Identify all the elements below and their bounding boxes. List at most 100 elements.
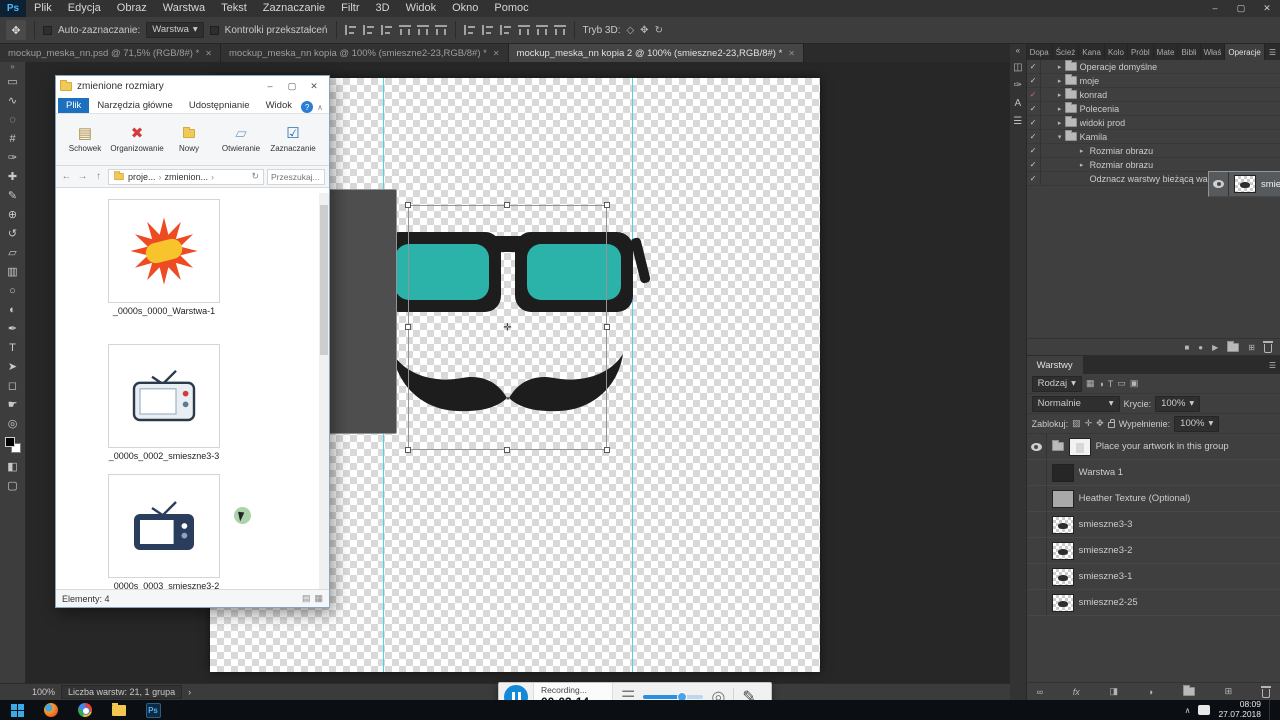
tab-operacje[interactable]: Operacje [1225, 44, 1264, 60]
layer-thumbnail[interactable] [1069, 438, 1091, 456]
ribbon-tab-plik[interactable]: Plik [58, 98, 89, 113]
tab-wlasciwosci[interactable]: Właś [1201, 44, 1226, 60]
new-action-icon[interactable]: ⊞ [1248, 343, 1255, 352]
distribute-right-icon[interactable] [500, 25, 512, 35]
minimize-icon[interactable]: – [259, 76, 281, 96]
maximize-icon[interactable]: ▢ [1228, 0, 1254, 17]
collapse-icon[interactable]: ▾ [1055, 133, 1065, 141]
zoom-level[interactable]: 100% [32, 687, 55, 697]
layer-thumbnail[interactable] [1052, 464, 1074, 482]
explorer-window[interactable]: zmienione rozmiary – ▢ ✕ Plik Narzędzia … [55, 75, 330, 608]
layer-row-group[interactable]: Place your artwork in this group [1027, 434, 1280, 460]
panel-menu-icon[interactable]: ☰ [1265, 356, 1280, 374]
eyedropper-tool[interactable]: ✑ [1, 148, 25, 167]
layer-thumbnail[interactable] [1052, 542, 1074, 560]
close-tab-icon[interactable]: ✕ [493, 49, 500, 58]
transform-handle-middle-right[interactable] [604, 324, 610, 330]
hand-tool[interactable]: ☛ [1, 395, 25, 414]
scrollbar-vertical[interactable] [319, 193, 329, 589]
screen-mode-icon[interactable]: ▢ [1, 476, 25, 495]
expand-icon[interactable]: ▸ [1055, 119, 1065, 127]
lock-transparency-icon[interactable]: ▨ [1072, 418, 1081, 429]
tray-expand-icon[interactable]: ∧ [1185, 706, 1191, 715]
start-button[interactable] [0, 700, 34, 720]
layer-mask-icon[interactable]: ◨ [1109, 686, 1118, 697]
lasso-tool[interactable]: ∿ [1, 91, 25, 110]
layer-name[interactable]: smieszne2-25 [1079, 597, 1138, 608]
transform-handle-bottom-right[interactable] [604, 447, 610, 453]
fill-dropdown[interactable]: 100% ▾ [1174, 416, 1219, 432]
ribbon-tab-udostepnianie[interactable]: Udostępnianie [181, 98, 258, 113]
tab-dopasowania[interactable]: Dopa [1027, 44, 1053, 60]
expand-icon[interactable]: ▸ [1077, 147, 1087, 155]
document-tab-3-active[interactable]: mockup_meska_nn kopia 2 @ 100% (smieszne… [509, 44, 804, 62]
layer-thumbnail[interactable] [1052, 594, 1074, 612]
path-select-tool[interactable]: ➤ [1, 357, 25, 376]
color-swatches[interactable] [5, 437, 21, 453]
filter-pixel-icon[interactable]: ▦ [1086, 378, 1095, 389]
new-group-icon[interactable] [1183, 687, 1195, 696]
file-item-2[interactable]: _0000s_0002_smieszne3-3 [89, 344, 239, 461]
action-step-row[interactable]: ✓ ▸ Rozmiar obrazu [1027, 144, 1280, 158]
close-icon[interactable]: ✕ [1254, 0, 1280, 17]
include-check-icon[interactable]: ✓ [1027, 158, 1041, 171]
tab-sciezki[interactable]: Ścież [1053, 44, 1080, 60]
menu-okno[interactable]: Okno [444, 0, 486, 17]
expand-icon[interactable]: ▸ [1077, 161, 1087, 169]
styles-panel-icon[interactable]: ✑ [1014, 80, 1022, 91]
character-panel-icon[interactable]: A [1014, 98, 1021, 109]
layer-row[interactable]: Warstwa 1 [1027, 460, 1280, 486]
distribute-bottom-icon[interactable] [554, 25, 566, 35]
tab-biblioteki[interactable]: Bibli [1178, 44, 1200, 60]
tab-warstwy[interactable]: Warstwy [1027, 356, 1083, 374]
breadcrumb-segment[interactable]: proje... [128, 172, 156, 182]
type-tool[interactable]: T [1, 338, 25, 357]
new-layer-icon[interactable]: ⊞ [1225, 686, 1233, 697]
new-button[interactable]: Nowy [164, 116, 214, 163]
action-set-row[interactable]: ✓ ▸ konrad [1027, 88, 1280, 102]
close-tab-icon[interactable]: ✕ [205, 49, 212, 58]
layer-row[interactable]: smieszne2-25 [1027, 590, 1280, 616]
menu-widok[interactable]: Widok [398, 0, 445, 17]
visibility-cell[interactable] [1027, 564, 1047, 589]
ribbon-tab-narzedzia[interactable]: Narzędzia główne [89, 98, 181, 113]
expand-icon[interactable]: ▸ [1055, 77, 1065, 85]
action-set-row[interactable]: ✓ ▾ Kamila [1027, 130, 1280, 144]
visibility-cell[interactable] [1027, 486, 1047, 511]
scrollbar-thumb[interactable] [320, 205, 328, 355]
filter-kind-dropdown[interactable]: Rodzaj ▾ [1032, 376, 1082, 392]
expand-icon[interactable]: ▸ [1055, 63, 1065, 71]
up-icon[interactable]: ↑ [92, 171, 105, 182]
distribute-top-icon[interactable] [518, 25, 530, 35]
include-check-icon[interactable]: ✓ [1027, 172, 1041, 185]
filter-shape-icon[interactable]: ▭ [1117, 378, 1126, 389]
lock-position-icon[interactable]: ✥ [1096, 418, 1104, 429]
visibility-cell[interactable] [1027, 460, 1047, 485]
collapse-dock-icon[interactable]: « [1016, 46, 1020, 55]
distribute-center-icon[interactable] [482, 25, 494, 35]
action-set-row[interactable]: ✓ ▸ moje [1027, 74, 1280, 88]
forward-icon[interactable]: → [76, 171, 89, 182]
show-desktop-button[interactable] [1269, 700, 1274, 720]
blur-tool[interactable]: ○ [1, 281, 25, 300]
explorer-title-bar[interactable]: zmienione rozmiary – ▢ ✕ [56, 76, 329, 96]
menu-tekst[interactable]: Tekst [213, 0, 255, 17]
3d-rotate-icon[interactable]: ◇ [626, 25, 634, 36]
close-tab-icon[interactable]: ✕ [788, 49, 795, 58]
stop-icon[interactable]: ■ [1184, 343, 1189, 352]
gradient-tool[interactable]: ▥ [1, 262, 25, 281]
help-icon[interactable]: ? [301, 101, 313, 113]
tab-material[interactable]: Mate [1154, 44, 1179, 60]
stamp-tool[interactable]: ⊕ [1, 205, 25, 224]
menu-edycja[interactable]: Edycja [60, 0, 109, 17]
close-icon[interactable]: ✕ [303, 76, 325, 96]
menu-warstwa[interactable]: Warstwa [155, 0, 213, 17]
panel-menu-icon[interactable]: ☰ [1265, 44, 1280, 60]
transform-handle-middle-left[interactable] [405, 324, 411, 330]
taskbar-clock[interactable]: 08:09 27.07.2018 [1218, 700, 1261, 720]
action-set-row[interactable]: ✓ ▸ Operacje domyślne [1027, 60, 1280, 74]
action-set-row[interactable]: ✓ ▸ widoki prod [1027, 116, 1280, 130]
ribbon-tab-widok[interactable]: Widok [258, 98, 300, 113]
action-step-row[interactable]: ✓ ▸ Rozmiar obrazu [1027, 158, 1280, 172]
blend-mode-dropdown[interactable]: Normalnie ▾ [1032, 396, 1120, 412]
